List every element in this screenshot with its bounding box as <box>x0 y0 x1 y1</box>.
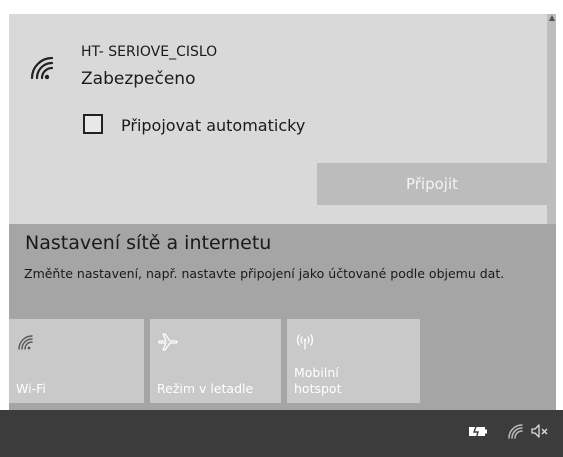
speaker-muted-icon[interactable] <box>530 421 550 441</box>
network-settings-link[interactable]: Nastavení sítě a internetu <box>25 232 271 254</box>
quick-action-wifi[interactable]: Wi-Fi <box>9 319 144 403</box>
wifi-icon <box>18 335 33 350</box>
auto-connect-checkbox[interactable] <box>83 114 103 134</box>
wifi-icon[interactable] <box>507 421 525 441</box>
scrollbar[interactable] <box>547 14 556 224</box>
quick-action-label: Wi-Fi <box>16 381 46 396</box>
network-security-status: Zabezpečeno <box>81 69 196 89</box>
network-flyout: ▲ HT- SERIOVE_CISLO Zabezpečeno Připojov… <box>0 0 563 457</box>
wifi-secured-icon <box>30 56 54 80</box>
connect-button[interactable]: Připojit <box>317 163 547 205</box>
battery-charging-icon[interactable] <box>467 421 489 441</box>
network-settings-description: Změňte nastavení, např. nastavte připoje… <box>24 266 505 281</box>
network-name: HT- SERIOVE_CISLO <box>81 44 218 60</box>
quick-action-mobile-hotspot[interactable]: Mobilní hotspot <box>287 319 420 403</box>
quick-action-airplane-mode[interactable]: Režim v letadle <box>150 319 281 403</box>
scroll-up-arrow-icon[interactable]: ▲ <box>548 13 556 23</box>
hotspot-icon <box>296 334 314 350</box>
quick-action-label: Mobilní hotspot <box>294 365 342 396</box>
airplane-icon <box>158 333 178 351</box>
quick-action-label: Režim v letadle <box>157 381 254 396</box>
auto-connect-label[interactable]: Připojovat automaticky <box>121 116 305 135</box>
top-strip <box>0 0 563 14</box>
